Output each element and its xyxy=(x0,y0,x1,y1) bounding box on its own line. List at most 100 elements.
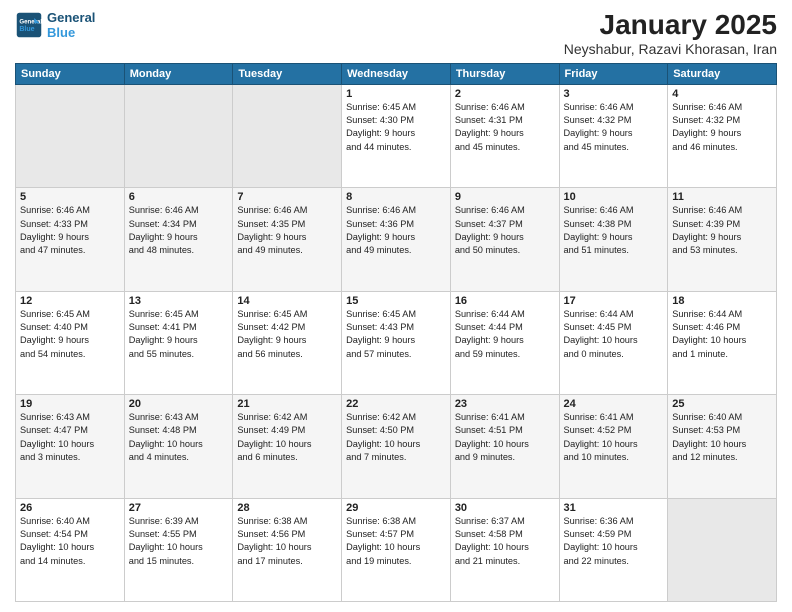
day-number: 14 xyxy=(237,295,337,307)
day-number: 5 xyxy=(20,191,120,203)
day-info: Sunrise: 6:46 AM Sunset: 4:32 PM Dayligh… xyxy=(564,101,664,154)
calendar-subtitle: Neyshabur, Razavi Khorasan, Iran xyxy=(564,41,777,57)
day-number: 26 xyxy=(20,502,120,514)
day-info: Sunrise: 6:46 AM Sunset: 4:35 PM Dayligh… xyxy=(237,204,337,257)
day-number: 19 xyxy=(20,398,120,410)
calendar-cell: 5Sunrise: 6:46 AM Sunset: 4:33 PM Daylig… xyxy=(16,188,125,291)
svg-text:General: General xyxy=(19,18,42,25)
calendar-cell: 18Sunrise: 6:44 AM Sunset: 4:46 PM Dayli… xyxy=(668,291,777,394)
calendar-cell: 20Sunrise: 6:43 AM Sunset: 4:48 PM Dayli… xyxy=(124,395,233,498)
calendar-week-4: 19Sunrise: 6:43 AM Sunset: 4:47 PM Dayli… xyxy=(16,395,777,498)
day-info: Sunrise: 6:45 AM Sunset: 4:30 PM Dayligh… xyxy=(346,101,446,154)
calendar-cell: 22Sunrise: 6:42 AM Sunset: 4:50 PM Dayli… xyxy=(342,395,451,498)
calendar-title: January 2025 xyxy=(564,10,777,41)
day-number: 6 xyxy=(129,191,229,203)
calendar-cell: 29Sunrise: 6:38 AM Sunset: 4:57 PM Dayli… xyxy=(342,498,451,601)
calendar-header: General Blue General Blue January 2025 N… xyxy=(15,10,777,57)
calendar-cell: 12Sunrise: 6:45 AM Sunset: 4:40 PM Dayli… xyxy=(16,291,125,394)
calendar-cell: 13Sunrise: 6:45 AM Sunset: 4:41 PM Dayli… xyxy=(124,291,233,394)
day-info: Sunrise: 6:36 AM Sunset: 4:59 PM Dayligh… xyxy=(564,515,664,568)
weekday-header-friday: Friday xyxy=(559,63,668,84)
day-number: 24 xyxy=(564,398,664,410)
day-number: 18 xyxy=(672,295,772,307)
weekday-header-saturday: Saturday xyxy=(668,63,777,84)
calendar-cell: 6Sunrise: 6:46 AM Sunset: 4:34 PM Daylig… xyxy=(124,188,233,291)
calendar-cell: 30Sunrise: 6:37 AM Sunset: 4:58 PM Dayli… xyxy=(450,498,559,601)
calendar-cell xyxy=(668,498,777,601)
day-info: Sunrise: 6:40 AM Sunset: 4:54 PM Dayligh… xyxy=(20,515,120,568)
day-number: 8 xyxy=(346,191,446,203)
calendar-cell: 31Sunrise: 6:36 AM Sunset: 4:59 PM Dayli… xyxy=(559,498,668,601)
calendar-cell xyxy=(233,84,342,187)
day-number: 2 xyxy=(455,88,555,100)
calendar-cell: 28Sunrise: 6:38 AM Sunset: 4:56 PM Dayli… xyxy=(233,498,342,601)
day-info: Sunrise: 6:43 AM Sunset: 4:47 PM Dayligh… xyxy=(20,411,120,464)
day-info: Sunrise: 6:46 AM Sunset: 4:36 PM Dayligh… xyxy=(346,204,446,257)
day-number: 23 xyxy=(455,398,555,410)
day-info: Sunrise: 6:46 AM Sunset: 4:38 PM Dayligh… xyxy=(564,204,664,257)
day-number: 21 xyxy=(237,398,337,410)
calendar-cell: 19Sunrise: 6:43 AM Sunset: 4:47 PM Dayli… xyxy=(16,395,125,498)
day-number: 16 xyxy=(455,295,555,307)
day-info: Sunrise: 6:43 AM Sunset: 4:48 PM Dayligh… xyxy=(129,411,229,464)
calendar-cell: 10Sunrise: 6:46 AM Sunset: 4:38 PM Dayli… xyxy=(559,188,668,291)
calendar-cell: 1Sunrise: 6:45 AM Sunset: 4:30 PM Daylig… xyxy=(342,84,451,187)
day-info: Sunrise: 6:41 AM Sunset: 4:51 PM Dayligh… xyxy=(455,411,555,464)
logo-icon: General Blue xyxy=(15,11,43,39)
weekday-header-wednesday: Wednesday xyxy=(342,63,451,84)
day-number: 25 xyxy=(672,398,772,410)
day-number: 7 xyxy=(237,191,337,203)
day-number: 20 xyxy=(129,398,229,410)
day-number: 28 xyxy=(237,502,337,514)
day-info: Sunrise: 6:41 AM Sunset: 4:52 PM Dayligh… xyxy=(564,411,664,464)
svg-text:Blue: Blue xyxy=(19,26,34,33)
calendar-cell: 2Sunrise: 6:46 AM Sunset: 4:31 PM Daylig… xyxy=(450,84,559,187)
logo: General Blue General Blue xyxy=(15,10,95,40)
calendar-cell xyxy=(16,84,125,187)
calendar-cell: 8Sunrise: 6:46 AM Sunset: 4:36 PM Daylig… xyxy=(342,188,451,291)
day-number: 9 xyxy=(455,191,555,203)
calendar-cell: 15Sunrise: 6:45 AM Sunset: 4:43 PM Dayli… xyxy=(342,291,451,394)
calendar-cell: 7Sunrise: 6:46 AM Sunset: 4:35 PM Daylig… xyxy=(233,188,342,291)
calendar-table: SundayMondayTuesdayWednesdayThursdayFrid… xyxy=(15,63,777,602)
calendar-cell: 26Sunrise: 6:40 AM Sunset: 4:54 PM Dayli… xyxy=(16,498,125,601)
day-number: 12 xyxy=(20,295,120,307)
day-number: 17 xyxy=(564,295,664,307)
day-info: Sunrise: 6:40 AM Sunset: 4:53 PM Dayligh… xyxy=(672,411,772,464)
calendar-week-3: 12Sunrise: 6:45 AM Sunset: 4:40 PM Dayli… xyxy=(16,291,777,394)
calendar-cell: 14Sunrise: 6:45 AM Sunset: 4:42 PM Dayli… xyxy=(233,291,342,394)
calendar-week-2: 5Sunrise: 6:46 AM Sunset: 4:33 PM Daylig… xyxy=(16,188,777,291)
day-info: Sunrise: 6:45 AM Sunset: 4:42 PM Dayligh… xyxy=(237,308,337,361)
day-info: Sunrise: 6:46 AM Sunset: 4:37 PM Dayligh… xyxy=(455,204,555,257)
calendar-page: General Blue General Blue January 2025 N… xyxy=(0,0,792,612)
calendar-cell: 25Sunrise: 6:40 AM Sunset: 4:53 PM Dayli… xyxy=(668,395,777,498)
day-info: Sunrise: 6:46 AM Sunset: 4:31 PM Dayligh… xyxy=(455,101,555,154)
weekday-header-row: SundayMondayTuesdayWednesdayThursdayFrid… xyxy=(16,63,777,84)
calendar-cell: 3Sunrise: 6:46 AM Sunset: 4:32 PM Daylig… xyxy=(559,84,668,187)
calendar-body: 1Sunrise: 6:45 AM Sunset: 4:30 PM Daylig… xyxy=(16,84,777,601)
day-number: 27 xyxy=(129,502,229,514)
day-info: Sunrise: 6:38 AM Sunset: 4:57 PM Dayligh… xyxy=(346,515,446,568)
title-block: January 2025 Neyshabur, Razavi Khorasan,… xyxy=(564,10,777,57)
calendar-cell: 9Sunrise: 6:46 AM Sunset: 4:37 PM Daylig… xyxy=(450,188,559,291)
weekday-header-sunday: Sunday xyxy=(16,63,125,84)
day-info: Sunrise: 6:46 AM Sunset: 4:32 PM Dayligh… xyxy=(672,101,772,154)
calendar-cell: 24Sunrise: 6:41 AM Sunset: 4:52 PM Dayli… xyxy=(559,395,668,498)
calendar-cell: 16Sunrise: 6:44 AM Sunset: 4:44 PM Dayli… xyxy=(450,291,559,394)
day-number: 29 xyxy=(346,502,446,514)
day-info: Sunrise: 6:42 AM Sunset: 4:50 PM Dayligh… xyxy=(346,411,446,464)
calendar-cell: 23Sunrise: 6:41 AM Sunset: 4:51 PM Dayli… xyxy=(450,395,559,498)
day-number: 10 xyxy=(564,191,664,203)
weekday-header-monday: Monday xyxy=(124,63,233,84)
calendar-cell: 11Sunrise: 6:46 AM Sunset: 4:39 PM Dayli… xyxy=(668,188,777,291)
day-number: 3 xyxy=(564,88,664,100)
day-number: 11 xyxy=(672,191,772,203)
weekday-header-tuesday: Tuesday xyxy=(233,63,342,84)
day-info: Sunrise: 6:39 AM Sunset: 4:55 PM Dayligh… xyxy=(129,515,229,568)
logo-text: General Blue xyxy=(47,10,95,40)
day-info: Sunrise: 6:45 AM Sunset: 4:43 PM Dayligh… xyxy=(346,308,446,361)
day-info: Sunrise: 6:38 AM Sunset: 4:56 PM Dayligh… xyxy=(237,515,337,568)
calendar-week-1: 1Sunrise: 6:45 AM Sunset: 4:30 PM Daylig… xyxy=(16,84,777,187)
day-info: Sunrise: 6:46 AM Sunset: 4:39 PM Dayligh… xyxy=(672,204,772,257)
calendar-week-5: 26Sunrise: 6:40 AM Sunset: 4:54 PM Dayli… xyxy=(16,498,777,601)
